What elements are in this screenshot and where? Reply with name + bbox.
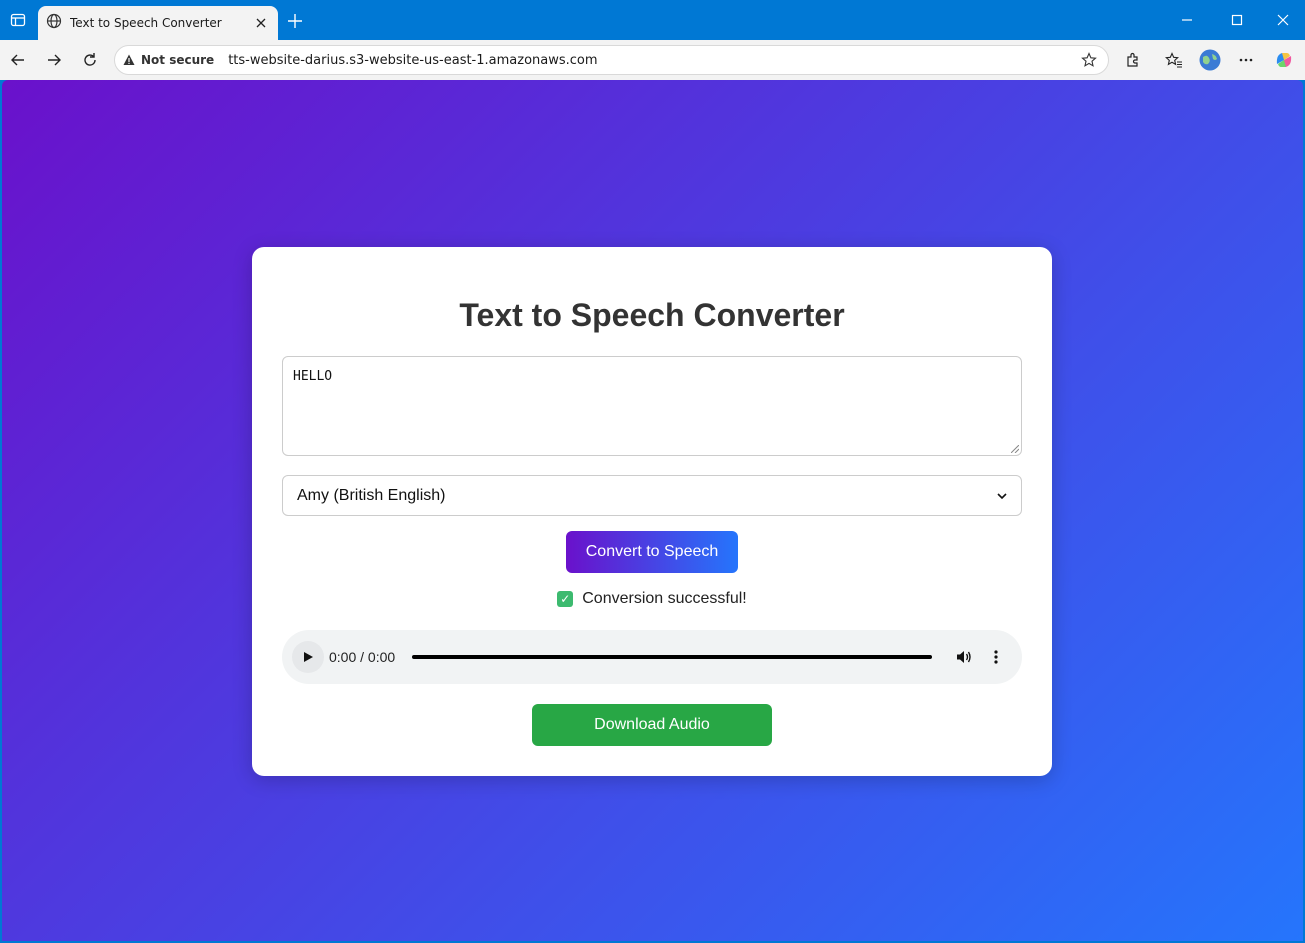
favorites-icon[interactable] [1162, 48, 1186, 72]
audio-progress-track[interactable] [412, 655, 932, 659]
browser-title-bar: Text to Speech Converter [0, 0, 1305, 40]
close-window-icon[interactable] [1271, 8, 1295, 32]
download-audio-button[interactable]: Download Audio [532, 704, 772, 746]
page-viewport: Text to Speech Converter HELLO Amy (Brit… [2, 80, 1303, 941]
voice-select[interactable]: Amy (British English) [282, 475, 1022, 516]
browser-toolbar: Not secure tts-website-darius.s3-website… [0, 40, 1305, 80]
extensions-icon[interactable] [1121, 48, 1145, 72]
audio-player: 0:00 / 0:00 [282, 630, 1022, 684]
text-input-value: HELLO [293, 369, 333, 384]
audio-time: 0:00 / 0:00 [329, 649, 396, 665]
warning-icon[interactable] [123, 54, 135, 66]
tab-title: Text to Speech Converter [70, 16, 222, 30]
page-title: Text to Speech Converter [459, 297, 845, 333]
voice-select-value: Amy (British English) [297, 486, 446, 504]
security-label[interactable]: Not secure [141, 53, 214, 67]
favorite-star-icon[interactable] [1078, 49, 1100, 71]
back-arrow-icon[interactable] [6, 48, 30, 72]
text-input[interactable]: HELLO [282, 356, 1022, 456]
close-tab-icon[interactable] [252, 14, 270, 32]
new-tab-icon[interactable] [284, 10, 306, 32]
maximize-icon[interactable] [1225, 8, 1249, 32]
sidebar-toggle-icon[interactable] [6, 8, 30, 32]
converter-card: Text to Speech Converter HELLO Amy (Brit… [252, 247, 1052, 776]
audio-more-options-icon[interactable] [984, 645, 1008, 669]
play-icon[interactable] [292, 641, 324, 673]
address-bar[interactable]: Not secure tts-website-darius.s3-website… [114, 45, 1109, 75]
forward-arrow-icon[interactable] [42, 48, 66, 72]
chevron-down-icon [997, 492, 1007, 499]
globe-icon [46, 13, 62, 34]
url-text[interactable]: tts-website-darius.s3-website-us-east-1.… [228, 53, 1078, 68]
resize-handle-icon[interactable] [1011, 445, 1019, 453]
check-mark-icon: ✓ [557, 591, 574, 607]
copilot-icon[interactable] [1272, 48, 1296, 72]
status-message: ✓ Conversion successful! [252, 590, 1052, 608]
more-options-icon[interactable] [1234, 48, 1258, 72]
convert-button[interactable]: Convert to Speech [566, 531, 738, 573]
volume-icon[interactable] [952, 645, 976, 669]
refresh-icon[interactable] [78, 48, 102, 72]
profile-avatar[interactable] [1198, 48, 1222, 72]
status-text: Conversion successful! [582, 590, 747, 607]
minimize-icon[interactable] [1175, 8, 1199, 32]
browser-tab[interactable]: Text to Speech Converter [38, 6, 278, 40]
